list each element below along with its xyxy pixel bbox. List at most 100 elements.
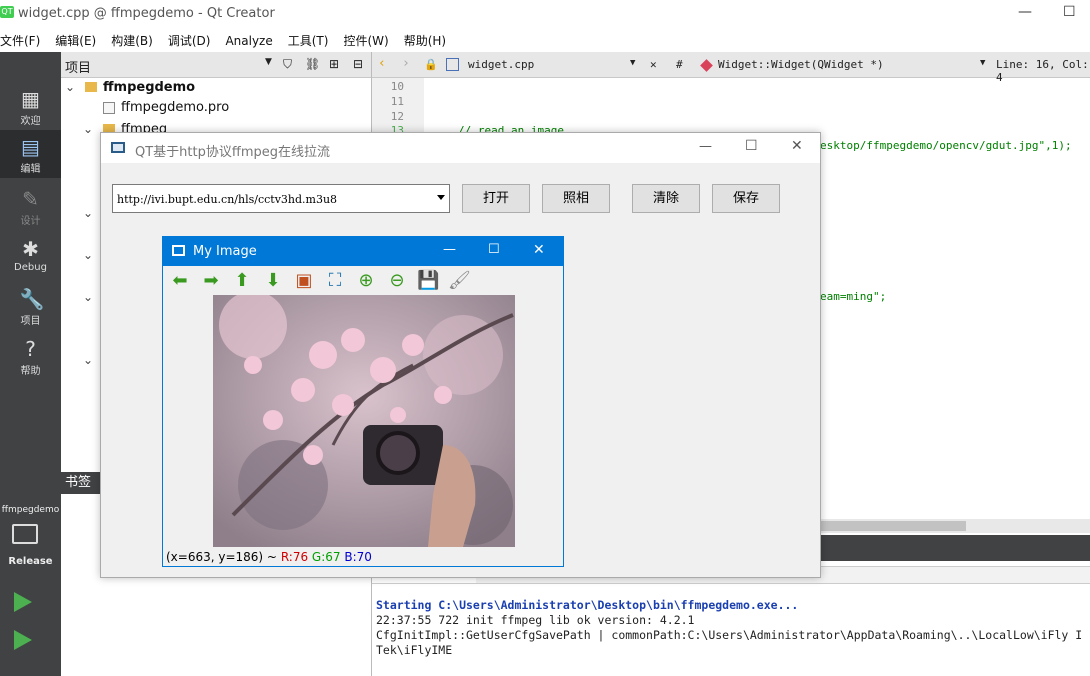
image-fit-icon[interactable]: ▣ bbox=[293, 270, 315, 292]
output-line: 22:37:55 722 init ffmpeg lib ok version:… bbox=[376, 613, 695, 627]
close-file-icon[interactable]: ✕ bbox=[650, 58, 657, 71]
wrench-icon: 🔧 bbox=[19, 287, 45, 311]
url-combobox[interactable]: http://ivi.bupt.edu.cn/hls/cctv3hd.m3u8 bbox=[112, 184, 450, 213]
file-dropdown-icon[interactable]: ▼ bbox=[630, 58, 635, 68]
chevron-down-icon[interactable]: ⌄ bbox=[83, 290, 93, 304]
mode-help-label: 帮助 bbox=[20, 366, 41, 377]
filter-icon[interactable]: ⛉ bbox=[283, 57, 292, 72]
editor-file-name[interactable]: widget.cpp bbox=[468, 58, 534, 71]
arrow-down-icon[interactable]: ⬇ bbox=[262, 270, 284, 292]
pixel-coordinates: (x=663, y=186) ~ bbox=[166, 550, 277, 564]
editor-symbol[interactable]: Widget::Widget(QWidget *) bbox=[718, 58, 884, 71]
method-icon bbox=[700, 59, 713, 72]
menu-file[interactable]: 文件(F) bbox=[0, 30, 40, 52]
forward-icon[interactable]: › bbox=[402, 56, 410, 71]
save-button[interactable]: 保存 bbox=[712, 184, 780, 213]
chevron-down-icon[interactable] bbox=[437, 195, 445, 200]
editor-hash: # bbox=[676, 58, 683, 71]
menu-help[interactable]: 帮助(H) bbox=[404, 30, 446, 52]
close-panel-icon[interactable]: ⊟ bbox=[353, 57, 363, 71]
menu-debug[interactable]: 调试(D) bbox=[168, 30, 211, 52]
mode-welcome[interactable]: ▦ 欢迎 bbox=[0, 82, 61, 130]
monitor-icon[interactable] bbox=[12, 524, 38, 544]
folder-icon bbox=[85, 82, 97, 92]
maximize-icon[interactable]: ☐ bbox=[1063, 4, 1076, 20]
arrow-up-icon[interactable]: ⬆ bbox=[231, 270, 253, 292]
chevron-down-icon[interactable]: ⌄ bbox=[83, 353, 93, 367]
code-string-path: esktop/ffmpegdemo/opencv/gdut.jpg",1); bbox=[820, 139, 1072, 152]
mode-design-label: 设计 bbox=[20, 216, 41, 227]
code-string-stream: eam=ming"; bbox=[820, 290, 887, 303]
kit-project-name: ffmpegdemo bbox=[1, 505, 60, 515]
grid-icon: ▦ bbox=[21, 87, 40, 111]
chevron-down-icon[interactable]: ⌄ bbox=[83, 248, 93, 262]
chevron-down-icon[interactable]: ⌄ bbox=[65, 80, 75, 94]
properties-icon[interactable]: 🖌 bbox=[448, 270, 471, 292]
minimize-icon[interactable]: — bbox=[699, 139, 712, 154]
zoom-rect-icon[interactable]: ⛶ bbox=[324, 270, 346, 292]
pixel-blue-value: B:70 bbox=[344, 550, 372, 564]
application-output: Starting C:\Users\Administrator\Desktop\… bbox=[372, 583, 1090, 676]
help-icon: ? bbox=[25, 337, 36, 361]
menu-analyze[interactable]: Analyze bbox=[225, 30, 272, 52]
dropdown-arrow-icon[interactable]: ▼ bbox=[265, 57, 272, 67]
menu-widgets[interactable]: 控件(W) bbox=[343, 30, 388, 52]
maximize-icon[interactable]: ☐ bbox=[488, 242, 500, 257]
symbol-dropdown-icon[interactable]: ▼ bbox=[980, 58, 985, 68]
mode-welcome-label: 欢迎 bbox=[20, 116, 41, 127]
camera-frame-image bbox=[213, 295, 515, 547]
chevron-down-icon[interactable]: ⌄ bbox=[83, 122, 93, 136]
mode-help[interactable]: ? 帮助 bbox=[0, 332, 61, 380]
menu-build[interactable]: 构建(B) bbox=[111, 30, 153, 52]
save-icon[interactable]: 💾 bbox=[417, 270, 439, 292]
close-icon[interactable]: ✕ bbox=[533, 242, 545, 258]
open-button[interactable]: 打开 bbox=[462, 184, 530, 213]
pen-icon: ✎ bbox=[22, 187, 39, 211]
line-number: 12 bbox=[390, 110, 404, 123]
chevron-down-icon[interactable]: ⌄ bbox=[83, 206, 93, 220]
menu-edit[interactable]: 编辑(E) bbox=[55, 30, 96, 52]
tree-item-pro-file[interactable]: ffmpegdemo.pro bbox=[121, 100, 229, 120]
mode-edit[interactable]: ▤ 编辑 bbox=[0, 130, 61, 178]
output-line: CfgInitImpl::GetUserCfgSavePath | common… bbox=[376, 628, 1083, 642]
blossom-photo bbox=[213, 295, 515, 547]
clear-button[interactable]: 清除 bbox=[632, 184, 700, 213]
dialog-title: QT基于http协议ffmpeg在线拉流 bbox=[135, 145, 330, 160]
maximize-icon[interactable]: ☐ bbox=[745, 138, 758, 154]
bug-icon: ✱ bbox=[22, 237, 39, 261]
line-number: 10 bbox=[390, 80, 404, 93]
debug-run-icon[interactable] bbox=[14, 630, 32, 650]
kit-build-config: Release bbox=[8, 556, 53, 567]
edit-doc-icon: ▤ bbox=[21, 135, 40, 159]
tree-item-project[interactable]: ffmpegdemo bbox=[103, 80, 195, 100]
minimize-icon[interactable]: — bbox=[1018, 4, 1032, 20]
zoom-out-icon[interactable]: ⊖ bbox=[386, 270, 408, 292]
link-icon[interactable]: ⛓ bbox=[305, 57, 320, 71]
arrow-left-icon[interactable]: ⬅ bbox=[169, 270, 191, 292]
split-icon[interactable]: ⊞ bbox=[329, 57, 339, 71]
project-panel-title: 项目 bbox=[65, 61, 92, 76]
zoom-in-icon[interactable]: ⊕ bbox=[355, 270, 377, 292]
mode-debug[interactable]: ✱ Debug bbox=[0, 232, 61, 280]
minimize-icon[interactable]: — bbox=[443, 242, 456, 257]
editor-toolbar: ‹ › 🔒 widget.cpp ▼ ✕ # Widget::Widget(QW… bbox=[372, 52, 1090, 84]
back-icon[interactable]: ‹ bbox=[378, 56, 386, 71]
horizontal-scrollbar[interactable] bbox=[820, 519, 1090, 533]
output-line: Starting C:\Users\Administrator\Desktop\… bbox=[376, 598, 799, 612]
pixel-red-value: R:76 bbox=[280, 550, 309, 564]
project-panel-header: 项目 ▼ ⛉ ⛓ ⊞ ⊟ bbox=[61, 52, 371, 78]
capture-button[interactable]: 照相 bbox=[542, 184, 610, 213]
menu-tools[interactable]: 工具(T) bbox=[288, 30, 329, 52]
image-window: My Image — ☐ ✕ ⬅ ➡ ⬆ ⬇ ▣ ⛶ ⊕ ⊖ 💾 🖌 (x=66… bbox=[162, 236, 564, 567]
arrow-right-icon[interactable]: ➡ bbox=[200, 270, 222, 292]
output-pane-bar bbox=[820, 535, 1090, 561]
mode-design[interactable]: ✎ 设计 bbox=[0, 182, 61, 230]
scrollbar-thumb[interactable] bbox=[820, 521, 966, 531]
menu-bar: 文件(F) 编辑(E) 构建(B) 调试(D) Analyze 工具(T) 控件… bbox=[0, 30, 1090, 52]
run-icon[interactable] bbox=[14, 592, 32, 612]
mode-debug-label: Debug bbox=[14, 262, 47, 273]
mode-projects[interactable]: 🔧 项目 bbox=[0, 282, 61, 330]
cursor-position: Line: 16, Col: 4 bbox=[996, 58, 1089, 84]
title-bar: QT widget.cpp @ ffmpegdemo - Qt Creator … bbox=[0, 0, 1090, 30]
close-icon[interactable]: ✕ bbox=[791, 138, 803, 154]
